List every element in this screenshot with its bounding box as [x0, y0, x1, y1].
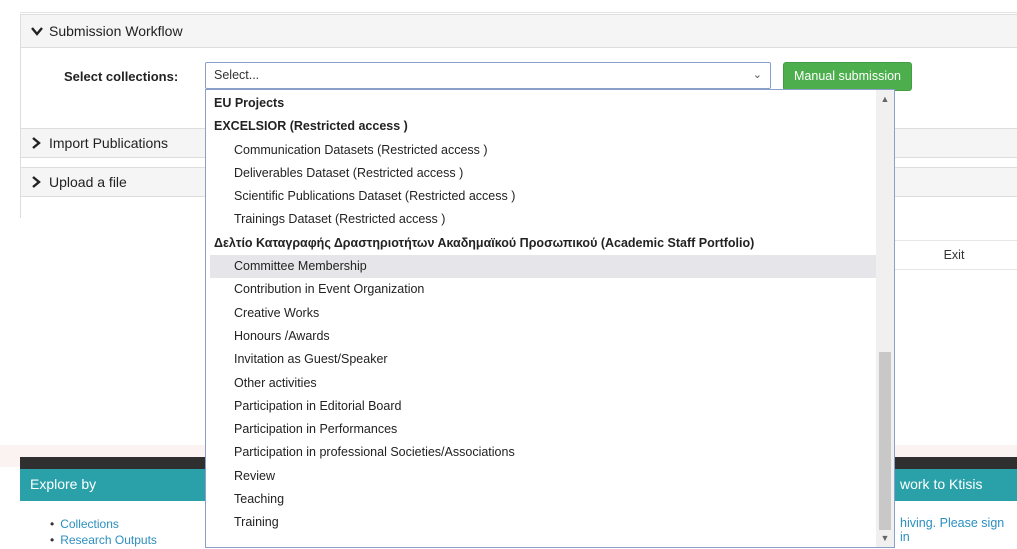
dropdown-option[interactable]: Training — [210, 511, 880, 534]
select-value: Select... — [214, 68, 260, 82]
upload-file-title: Upload a file — [49, 174, 127, 190]
submit-work-title[interactable]: work to Ktisis — [900, 476, 982, 492]
caret-down-icon: ⌄ — [752, 69, 762, 81]
dropdown-option[interactable]: Teaching — [210, 488, 880, 511]
dropdown-option[interactable]: Honours /Awards — [210, 325, 880, 348]
dropdown-option[interactable]: Participation in Performances — [210, 418, 880, 441]
dropdown-option[interactable]: Participation in professional Societies/… — [210, 441, 880, 464]
dropdown-option[interactable]: Scientific Publications Dataset (Restric… — [210, 185, 880, 208]
dropdown-option[interactable]: Contribution in Event Organization — [210, 278, 880, 301]
import-publications-title: Import Publications — [49, 135, 169, 151]
collections-select[interactable]: Select... ⌄ — [205, 62, 771, 89]
submission-workflow-title: Submission Workflow — [49, 23, 183, 39]
dropdown-option[interactable]: Participation in Editorial Board — [210, 395, 880, 418]
exit-button[interactable]: Exit — [891, 240, 1017, 270]
dropdown-option[interactable]: Creative Works — [210, 302, 880, 325]
dropdown-group-header: Δελτίο Καταγραφής Δραστηριοτήτων Ακαδημα… — [214, 235, 755, 250]
chevron-down-icon — [31, 26, 43, 36]
dropdown-option[interactable]: Other activities — [210, 372, 880, 395]
scroll-down-icon[interactable]: ▼ — [876, 531, 894, 545]
scroll-thumb[interactable] — [879, 352, 891, 530]
footer-links: • Collections • Research Outputs — [50, 516, 157, 548]
manual-submission-button[interactable]: Manual submission — [783, 62, 912, 91]
dropdown-option[interactable]: Communication Datasets (Restricted acces… — [210, 139, 880, 162]
footer-link-research-outputs[interactable]: • Research Outputs — [50, 532, 157, 548]
dropdown-list: EU Projects EXCELSIOR (Restricted access … — [210, 92, 880, 535]
sign-in-hint[interactable]: hiving. Please sign in — [900, 516, 1017, 544]
chevron-right-icon — [31, 137, 43, 149]
dropdown-option[interactable]: Committee Membership — [210, 255, 880, 279]
dropdown-option[interactable]: Invitation as Guest/Speaker — [210, 348, 880, 371]
select-collections-label: Select collections: — [64, 69, 179, 84]
scroll-up-icon[interactable]: ▲ — [876, 92, 894, 106]
collections-dropdown[interactable]: EU Projects EXCELSIOR (Restricted access … — [205, 89, 895, 548]
dropdown-group-header: EU Projects — [214, 96, 285, 110]
dropdown-option[interactable]: Review — [210, 465, 880, 488]
submission-workflow-header[interactable]: Submission Workflow — [21, 14, 1017, 48]
explore-title: Explore by — [30, 476, 97, 492]
dropdown-scrollbar[interactable]: ▲ ▼ — [876, 90, 894, 547]
chevron-right-icon — [31, 176, 43, 188]
dropdown-group-header: EXCELSIOR (Restricted access ) — [214, 119, 408, 134]
dropdown-option[interactable]: Deliverables Dataset (Restricted access … — [210, 162, 880, 185]
footer-link-collections[interactable]: • Collections — [50, 516, 157, 532]
top-divider — [20, 12, 1017, 13]
dropdown-option[interactable]: Trainings Dataset (Restricted access ) — [210, 208, 880, 231]
